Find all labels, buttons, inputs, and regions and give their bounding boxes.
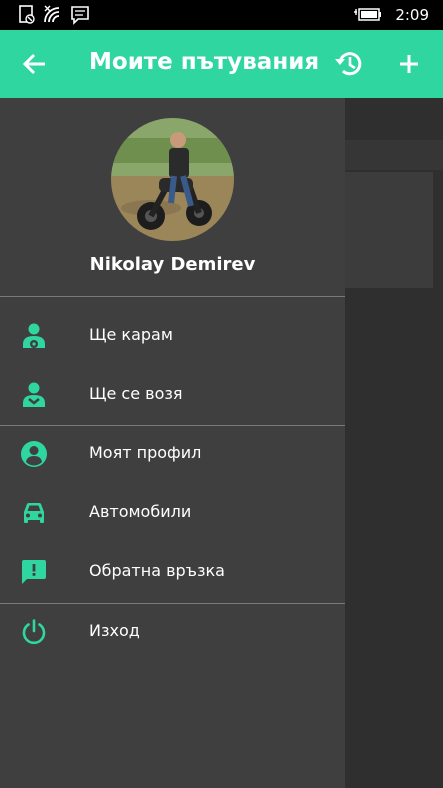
navigation-drawer: Nikolay Demirev Ще карам Ще се возя Моят… (0, 98, 345, 788)
menu-item-label: Ще карам (89, 325, 173, 344)
avatar-photo (111, 118, 234, 241)
menu-item-cars[interactable]: Автомобили (0, 485, 345, 541)
clock: 2:09 (395, 6, 429, 24)
battery-icon (354, 8, 381, 21)
wifi-icon (44, 5, 60, 23)
plus-icon[interactable] (393, 48, 425, 80)
menu-item-label: Изход (89, 621, 140, 640)
arrow-left-icon[interactable] (19, 48, 51, 80)
menu-item-label: Моят профил (89, 443, 202, 462)
feedback-icon (22, 560, 46, 584)
account-circle-icon (21, 441, 47, 467)
menu-item-my-profile[interactable]: Моят профил (0, 426, 345, 482)
background-strip (345, 140, 443, 170)
menu-item-label: Обратна връзка (89, 561, 225, 580)
menu-item-driver[interactable]: Ще карам (0, 308, 345, 364)
menu-item-feedback[interactable]: Обратна връзка (0, 544, 345, 600)
page-title: Моите пътувания (89, 49, 320, 75)
menu-item-logout[interactable]: Изход (0, 604, 345, 660)
menu-item-label: Автомобили (89, 502, 192, 521)
background-card (345, 172, 433, 288)
message-icon (71, 6, 89, 25)
divider (0, 296, 345, 297)
passenger-icon (23, 382, 45, 407)
user-name: Nikolay Demirev (89, 254, 256, 275)
history-icon[interactable] (333, 48, 365, 80)
ringer-icon (19, 5, 35, 24)
avatar[interactable] (111, 118, 234, 241)
car-icon (24, 503, 44, 523)
menu-item-label: Ще се возя (89, 384, 183, 403)
driver-icon (23, 323, 45, 348)
status-bar: 2:09 (0, 0, 443, 30)
menu-item-passenger[interactable]: Ще се возя (0, 367, 345, 423)
power-icon (22, 619, 46, 645)
app-bar: Моите пътувания (0, 30, 443, 98)
